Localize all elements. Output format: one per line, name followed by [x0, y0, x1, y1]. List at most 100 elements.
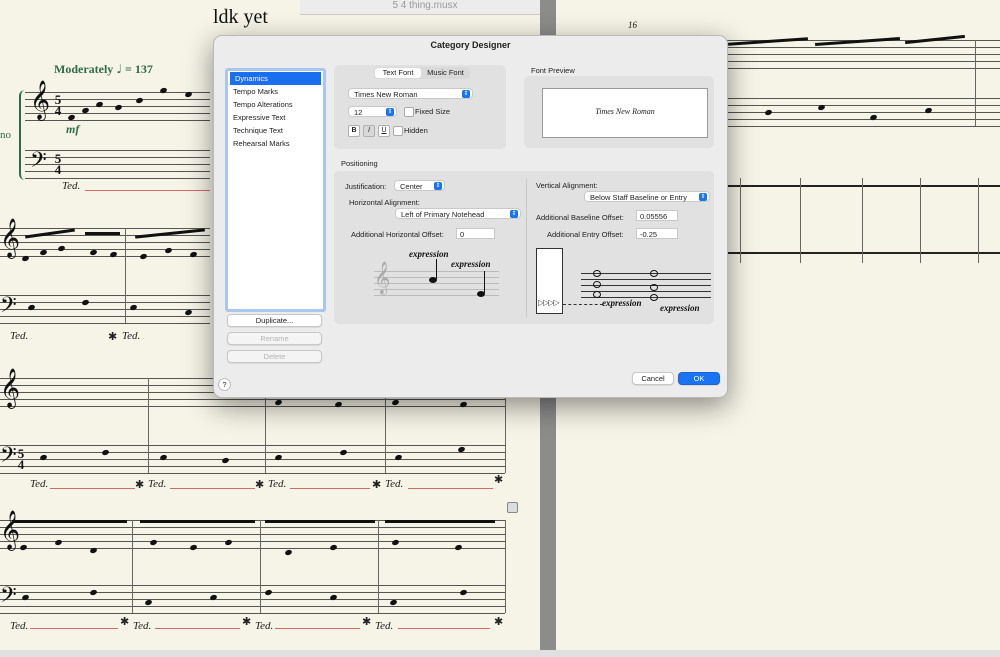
page-corner-icon[interactable] — [507, 502, 518, 513]
help-button[interactable]: ? — [218, 378, 231, 391]
rename-button[interactable]: Rename — [227, 332, 322, 345]
staff-percussion-right-2 — [720, 252, 1000, 254]
illustration-expression-3: expression — [602, 298, 642, 308]
instrument-name: no — [0, 129, 11, 141]
pedal-release-icon: ✱ — [372, 479, 382, 491]
bass-clef-icon: 𝄢 — [0, 443, 17, 473]
font-size-popup[interactable]: 12 ⇕ — [348, 106, 397, 117]
treble-clef-icon: 𝄞 — [30, 80, 51, 120]
justification-popup[interactable]: Center ⇕ — [394, 180, 445, 191]
pedal-release-icon: ✱ — [242, 616, 252, 628]
document-title: 5 4 thing.musx — [392, 0, 458, 11]
horizontal-scrollbar[interactable] — [0, 650, 1000, 657]
measure-number: 16 — [628, 20, 637, 30]
note — [19, 543, 28, 552]
pedal-line — [155, 628, 240, 629]
tab-text-font[interactable]: Text Font — [375, 68, 421, 78]
category-list[interactable]: Dynamics Tempo Marks Tempo Alterations E… — [225, 68, 326, 312]
beam — [140, 520, 255, 523]
window-title-bar: 5 4 thing.musx — [300, 0, 550, 15]
bass-clef-icon: 𝄢 — [0, 293, 17, 323]
time-signature-treble: 54 — [54, 92, 62, 118]
staff-bass-4 — [0, 585, 505, 614]
pedal-mark: Ted. — [385, 478, 404, 490]
barline — [975, 40, 976, 126]
additional-entry-offset-field[interactable]: -0.25 — [636, 228, 678, 239]
treble-clef-icon: 𝄞 — [374, 261, 391, 294]
font-preview-label: Font Preview — [531, 66, 575, 75]
illustration-expression-1: expression — [409, 249, 449, 259]
hidden-checkbox[interactable] — [393, 126, 403, 136]
additional-baseline-offset-field[interactable]: 0.05556 — [636, 210, 678, 221]
pedal-mark: Ted. — [255, 620, 274, 632]
dynamic-mark[interactable]: mf — [66, 122, 79, 137]
barline — [862, 178, 863, 263]
barline — [505, 520, 506, 613]
font-name-popup[interactable]: Times New Roman ⇕ — [348, 88, 473, 99]
pedal-mark: Ted. — [10, 620, 29, 632]
pedal-line — [30, 628, 118, 629]
ok-button[interactable]: OK — [678, 372, 720, 385]
horizontal-alignment-popup[interactable]: Left of Primary Notehead ⇕ — [395, 208, 521, 219]
tab-music-font[interactable]: Music Font — [422, 68, 469, 78]
chevron-updown-icon: ⇕ — [386, 108, 394, 116]
barline — [132, 520, 133, 613]
pedal-mark: Ted. — [10, 330, 29, 342]
tempo-marking: Moderately ♩ = 137 — [54, 62, 153, 76]
category-item-dynamics[interactable]: Dynamics — [230, 72, 321, 85]
staff-percussion-right — [720, 185, 1000, 187]
note — [89, 546, 98, 555]
positioning-divider — [526, 179, 527, 317]
category-item-tempo-alterations[interactable]: Tempo Alterations — [228, 98, 323, 111]
barline — [260, 520, 261, 613]
pedal-mark: Ted. — [268, 478, 287, 490]
dialog-title: Category Designer — [430, 40, 511, 50]
beam — [385, 520, 495, 523]
positioning-label: Positioning — [341, 159, 378, 168]
score-title: ldk yet — [213, 6, 268, 28]
italic-button[interactable]: I — [363, 125, 375, 137]
fixed-size-label: Fixed Size — [415, 107, 451, 116]
note — [284, 548, 293, 557]
beam — [265, 520, 375, 523]
pedal-release-icon: ✱ — [362, 616, 372, 628]
beam — [85, 232, 120, 235]
category-item-technique-text[interactable]: Technique Text — [228, 124, 323, 137]
category-designer-dialog: Category Designer Dynamics Tempo Marks T… — [213, 35, 728, 398]
bass-clef-icon: 𝄢 — [30, 148, 47, 178]
illustration-expression-4: expression — [660, 303, 700, 313]
vertical-alignment-popup[interactable]: Below Staff Baseline or Entry ⇕ — [584, 191, 710, 202]
cancel-button[interactable]: Cancel — [632, 372, 674, 385]
vertical-alignment-label: Vertical Alignment: — [536, 181, 598, 190]
underline-button[interactable]: U — [378, 125, 390, 137]
beam — [12, 520, 127, 523]
bass-clef-icon: 𝄢 — [0, 583, 17, 613]
pedal-line — [170, 488, 255, 489]
fixed-size-checkbox[interactable] — [404, 107, 414, 117]
treble-clef-icon: 𝄞 — [0, 368, 21, 408]
delete-button[interactable]: Delete — [227, 350, 322, 363]
pedal-mark: Ted. — [375, 620, 394, 632]
barline — [740, 178, 741, 263]
font-tab-control: Text Font Music Font — [374, 67, 470, 79]
additional-entry-offset-label: Additional Entry Offset: — [547, 230, 624, 239]
pedal-line — [85, 190, 210, 191]
staff-treble-right — [720, 40, 1000, 69]
category-item-rehearsal-marks[interactable]: Rehearsal Marks — [228, 137, 323, 150]
barline — [125, 228, 126, 323]
pedal-release-icon: ✱ — [494, 474, 504, 486]
hidden-label: Hidden — [404, 126, 428, 135]
additional-baseline-offset-label: Additional Baseline Offset: — [536, 213, 624, 222]
note — [454, 543, 463, 552]
duplicate-button[interactable]: Duplicate... — [227, 314, 322, 327]
category-item-expressive-text[interactable]: Expressive Text — [228, 111, 323, 124]
additional-horizontal-offset-field[interactable]: 0 — [456, 228, 495, 239]
pedal-line — [275, 628, 360, 629]
font-preview-text: Times New Roman — [595, 107, 655, 116]
bold-button[interactable]: B — [348, 125, 360, 137]
pedal-release-icon: ✱ — [108, 331, 118, 343]
category-item-tempo-marks[interactable]: Tempo Marks — [228, 85, 323, 98]
pedal-release-icon: ✱ — [120, 616, 130, 628]
chevron-updown-icon: ⇕ — [699, 193, 707, 201]
barline — [800, 178, 801, 263]
